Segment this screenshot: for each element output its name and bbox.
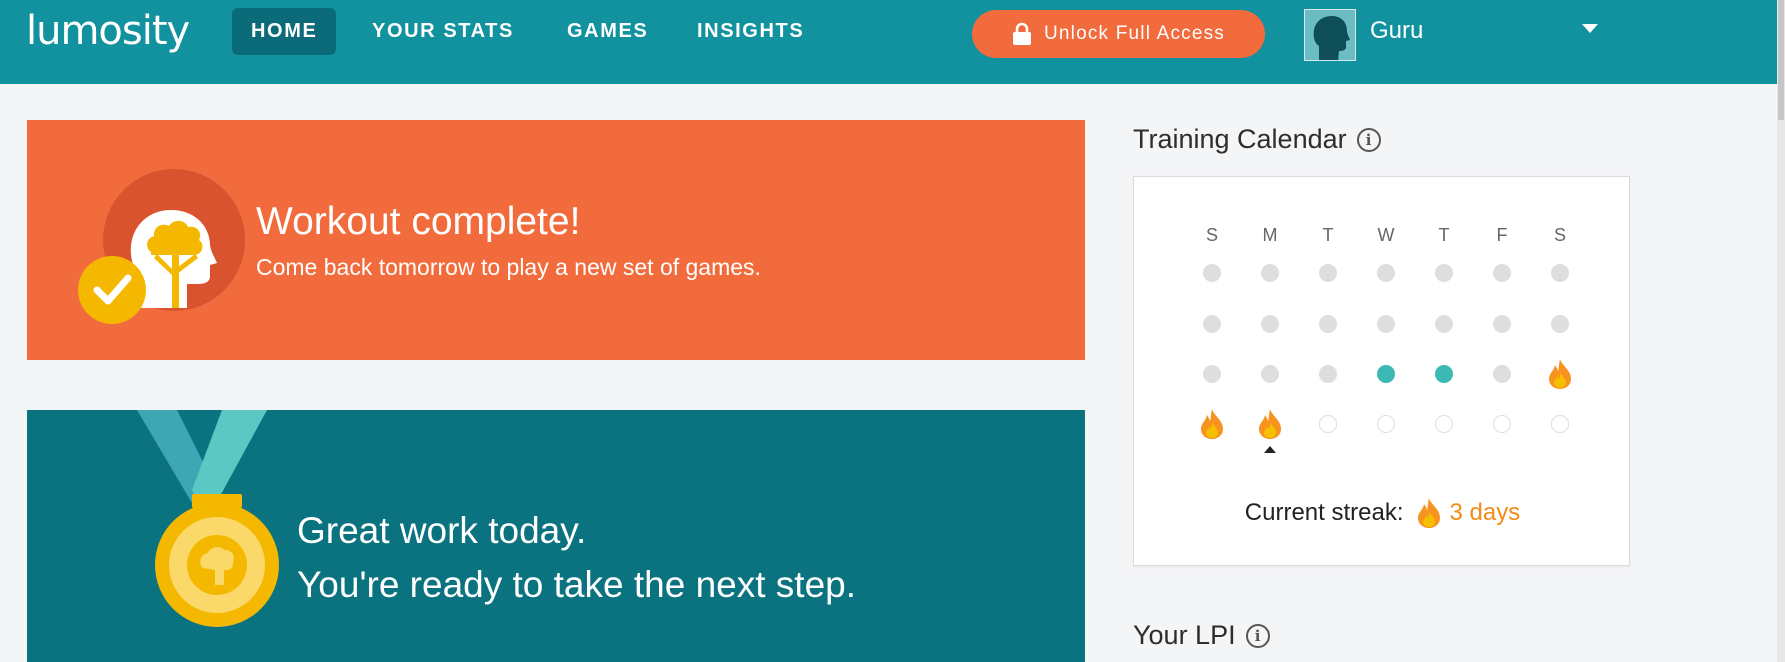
calendar-day-dot	[1377, 264, 1395, 282]
user-name[interactable]: Guru	[1370, 17, 1423, 45]
calendar-day	[1545, 258, 1575, 288]
avatar[interactable]	[1304, 9, 1356, 61]
calendar-day	[1545, 409, 1575, 439]
calendar-day	[1487, 258, 1517, 288]
calendar-day-dot	[1551, 264, 1569, 282]
calendar-day-dot	[1493, 365, 1511, 383]
calendar-day	[1487, 309, 1517, 339]
day-header-wednesday: W	[1377, 225, 1395, 245]
streak-value: 3 days	[1449, 499, 1521, 526]
calendar-day	[1197, 258, 1227, 288]
calendar-day	[1371, 309, 1401, 339]
chevron-down-icon[interactable]	[1582, 24, 1598, 33]
calendar-day-dot	[1551, 315, 1569, 333]
unlock-full-access-button[interactable]: Unlock Full Access	[972, 10, 1265, 58]
calendar-day-dot	[1377, 365, 1395, 383]
calendar-day	[1371, 258, 1401, 288]
calendar-day-dot	[1319, 415, 1337, 433]
promo-line-1: Great work today.	[297, 510, 587, 551]
lpi-heading: Your LPI i	[1133, 620, 1270, 651]
calendar-day-dot	[1261, 365, 1279, 383]
calendar-day-dot	[1551, 415, 1569, 433]
calendar-day-dot	[1377, 315, 1395, 333]
day-header-saturday: S	[1553, 225, 1566, 245]
calendar-day-dot	[1493, 415, 1511, 433]
calendar-day-dot	[1493, 264, 1511, 282]
calendar-day	[1313, 309, 1343, 339]
calendar-day	[1255, 258, 1285, 288]
calendar-day-dot	[1435, 315, 1453, 333]
promo-line-2: You're ready to take the next step.	[297, 564, 857, 605]
calendar-day-dot	[1203, 315, 1221, 333]
avatar-icon	[1305, 10, 1355, 60]
workout-title: Workout complete!	[256, 200, 581, 243]
calendar-day-dot	[1319, 264, 1337, 282]
nav-insights[interactable]: INSIGHTS	[678, 8, 823, 55]
calendar-day	[1429, 359, 1459, 389]
training-calendar-title: Training Calendar	[1133, 124, 1347, 154]
training-calendar: S M T W T F S Current streak: 3 days	[1133, 176, 1630, 566]
current-streak: Current streak: 3 days	[1134, 497, 1631, 529]
calendar-day-dot	[1319, 315, 1337, 333]
nav-your-stats[interactable]: YOUR STATS	[353, 8, 533, 55]
workout-complete-banner: Workout complete! Come back tomorrow to …	[27, 120, 1085, 360]
day-header-thursday: T	[1438, 225, 1450, 245]
calendar-day-dot	[1261, 315, 1279, 333]
training-calendar-heading: Training Calendar i	[1133, 124, 1381, 155]
next-step-promo-card[interactable]: Great work today. You're ready to take t…	[27, 410, 1085, 662]
lumosity-logo[interactable]: lumosity	[26, 8, 190, 54]
top-nav-bar: lumosity HOME YOUR STATS GAMES INSIGHTS …	[0, 0, 1785, 84]
calendar-day	[1429, 309, 1459, 339]
info-icon[interactable]: i	[1245, 624, 1270, 648]
calendar-day	[1487, 359, 1517, 389]
streak-label: Current streak:	[1244, 499, 1404, 526]
calendar-day	[1313, 258, 1343, 288]
calendar-day	[1371, 409, 1401, 439]
day-header-friday: F	[1496, 225, 1508, 245]
calendar-day	[1487, 409, 1517, 439]
calendar-day-dot	[1493, 315, 1511, 333]
day-header-tuesday: T	[1322, 225, 1334, 245]
calendar-day	[1255, 359, 1285, 389]
calendar-day-dot	[1319, 365, 1337, 383]
today-marker	[1264, 446, 1276, 453]
calendar-day	[1255, 309, 1285, 339]
calendar-day-dot	[1435, 365, 1453, 383]
info-icon[interactable]: i	[1356, 128, 1381, 152]
nav-home[interactable]: HOME	[232, 8, 337, 55]
flame-icon	[1417, 498, 1440, 528]
lpi-title: Your LPI	[1133, 620, 1236, 650]
calendar-day	[1313, 409, 1343, 439]
calendar-day-dot	[1377, 415, 1395, 433]
calendar-day	[1313, 359, 1343, 389]
day-header-monday: M	[1262, 225, 1278, 245]
nav-games[interactable]: GAMES	[548, 8, 667, 55]
calendar-day	[1545, 309, 1575, 339]
calendar-day-dot	[1203, 264, 1221, 282]
workout-subtitle: Come back tomorrow to play a new set of …	[256, 254, 761, 280]
unlock-button-label: Unlock Full Access	[1043, 23, 1226, 44]
calendar-day	[1429, 409, 1459, 439]
calendar-day	[1371, 359, 1401, 389]
calendar-day-dot	[1435, 415, 1453, 433]
lock-icon	[1012, 22, 1031, 45]
day-header-sunday: S	[1205, 225, 1218, 245]
calendar-day	[1197, 309, 1227, 339]
medal-icon	[137, 410, 279, 627]
calendar-day-dot	[1435, 264, 1453, 282]
calendar-day	[1429, 258, 1459, 288]
calendar-day-flame-icon	[1545, 359, 1575, 389]
calendar-day-dot	[1203, 365, 1221, 383]
calendar-day-dot	[1261, 264, 1279, 282]
calendar-day	[1197, 359, 1227, 389]
calendar-day-flame-icon	[1197, 409, 1227, 439]
brain-head-icon	[78, 169, 245, 324]
scrollbar-thumb[interactable]	[1778, 0, 1784, 120]
calendar-day-flame-icon	[1255, 409, 1285, 439]
